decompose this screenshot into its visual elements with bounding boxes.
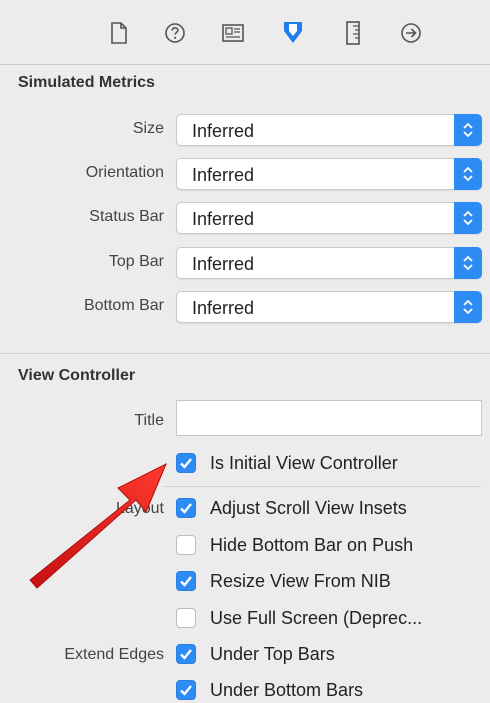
annotation-arrow-icon [29,462,167,589]
